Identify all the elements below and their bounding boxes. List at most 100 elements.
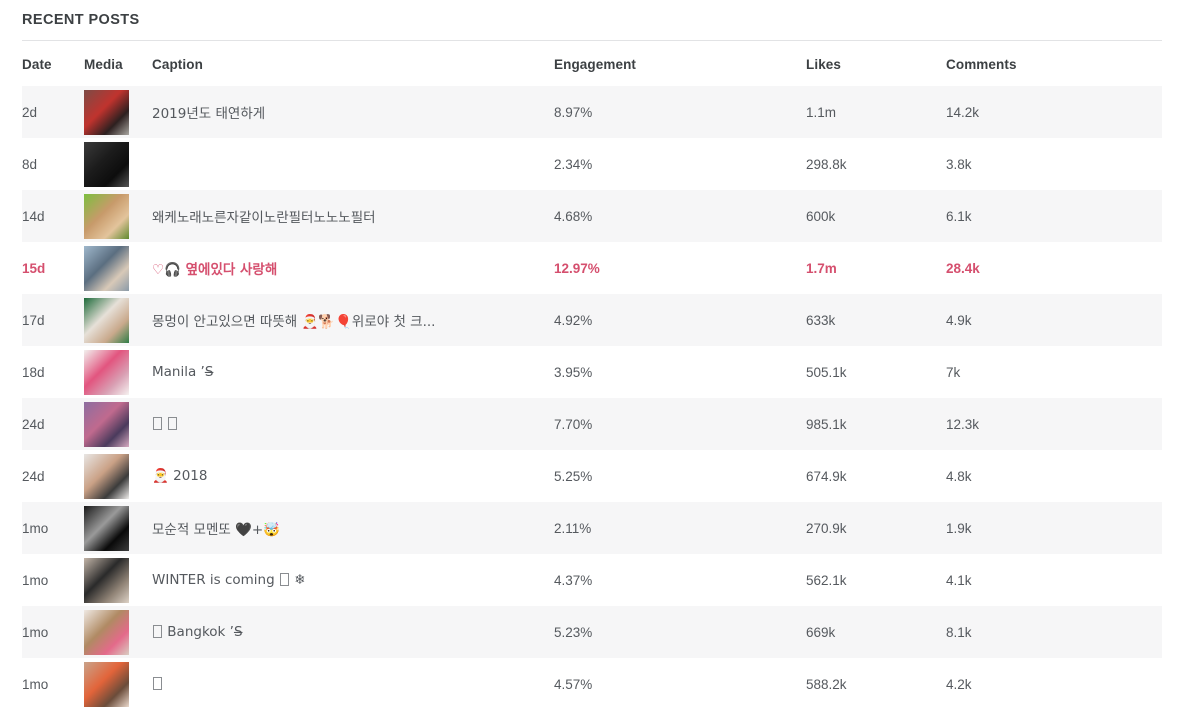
cell-caption: 몽멍이 안고있으면 따뜻해 🎅🐕🎈위로야 첫 크... [152, 314, 436, 330]
post-thumbnail-blonde-woman-green-background[interactable] [84, 193, 129, 239]
cell-likes: 270.9k [806, 520, 847, 536]
cell-media [84, 450, 152, 502]
post-thumbnail-woman-holding-white-dog[interactable] [84, 297, 129, 343]
cell-media [84, 502, 152, 554]
cell-comments: 28.4k [946, 260, 980, 276]
cell-engagement: 12.97% [554, 260, 600, 276]
table-row[interactable]: 18d Manila ’S̶ 3.95% 505.1k 7k [22, 346, 1162, 398]
cell-comments: 6.1k [946, 208, 972, 224]
cell-engagement: 4.92% [554, 312, 593, 328]
cell-date: 24d [22, 468, 45, 484]
cell-date: 14d [22, 208, 45, 224]
table-header: Date Media Caption Engagement Likes Comm… [22, 57, 1162, 86]
cell-likes: 674.9k [806, 468, 847, 484]
cell-likes: 600k [806, 208, 836, 224]
table-row[interactable]: 1mo 4.57% 588.2k 4.2k [22, 658, 1162, 710]
recent-posts-panel: RECENT POSTS Date Media Caption Engageme… [0, 0, 1184, 726]
cell-likes: 1.1m [806, 104, 837, 120]
table-row[interactable]: 2d 2019년도 태연하게 8.97% 1.1m 14.2k [22, 86, 1162, 138]
recent-posts-table: Date Media Caption Engagement Likes Comm… [22, 57, 1162, 710]
post-thumbnail-christmas-lights[interactable] [84, 401, 129, 447]
cell-likes: 298.8k [806, 156, 847, 172]
page-title: RECENT POSTS [22, 12, 140, 28]
cell-likes: 562.1k [806, 572, 847, 588]
table-row[interactable]: 1mo WINTER is coming ❄ 4.37% 562.1k 4.1k [22, 554, 1162, 606]
cell-media [84, 658, 152, 710]
post-thumbnail-woman-in-hallway[interactable] [84, 557, 129, 603]
cell-comments: 4.1k [946, 572, 972, 588]
table-header-row: Date Media Caption Engagement Likes Comm… [22, 57, 1162, 86]
cell-likes: 633k [806, 312, 836, 328]
table-row[interactable]: 17d 몽멍이 안고있으면 따뜻해 🎅🐕🎈위로야 첫 크... 4.92% 633k 4… [22, 294, 1162, 346]
cell-comments: 3.8k [946, 156, 972, 172]
column-header-engagement[interactable]: Engagement [554, 57, 806, 86]
column-header-caption[interactable]: Caption [152, 57, 554, 86]
cell-caption [152, 398, 554, 450]
cell-engagement: 2.11% [554, 520, 592, 536]
cell-date: 17d [22, 312, 45, 328]
post-thumbnail-pink-banner-photo[interactable] [84, 349, 129, 395]
cell-media [84, 398, 152, 450]
cell-comments: 12.3k [946, 416, 980, 432]
table-row[interactable]: 14d 왜케노래노른자같이노란필터노노노필터 4.68% 600k 6.1k [22, 190, 1162, 242]
cell-media [84, 190, 152, 242]
cell-comments: 1.9k [946, 520, 972, 536]
cell-date: 15d [22, 260, 46, 276]
cell-likes: 985.1k [806, 416, 847, 432]
missing-glyph-box [153, 625, 162, 638]
cell-comments: 14.2k [946, 104, 980, 120]
cell-comments: 4.8k [946, 468, 972, 484]
cell-engagement: 5.23% [554, 624, 593, 640]
post-thumbnail-dark-portrait[interactable] [84, 141, 129, 187]
cell-likes: 588.2k [806, 676, 847, 692]
cell-caption: 2019년도 태연하게 [152, 106, 266, 122]
cell-caption: Manila ’S̶ [152, 364, 214, 380]
cell-likes: 669k [806, 624, 836, 640]
table-row[interactable]: 1mo Bangkok ’S̶ 5.23% 669k 8.1k [22, 606, 1162, 658]
cell-media [84, 606, 152, 658]
post-thumbnail-man-by-the-sea[interactable] [84, 245, 129, 291]
post-thumbnail-black-and-white-room[interactable] [84, 505, 129, 551]
missing-glyph-box [153, 417, 162, 430]
cell-date: 2d [22, 104, 38, 120]
column-header-comments[interactable]: Comments [946, 57, 1162, 86]
cell-date: 8d [22, 156, 38, 172]
cell-date: 1mo [22, 676, 49, 692]
table-row[interactable]: 24d 7.70% 985.1k 12.3k [22, 398, 1162, 450]
cell-engagement: 2.34% [554, 156, 593, 172]
post-thumbnail-woman-with-bun-hairstyle[interactable] [84, 453, 129, 499]
cell-caption [152, 138, 554, 190]
cell-media [84, 242, 152, 294]
table-row[interactable]: 1mo 모순적 모멘또 🖤+🤯 2.11% 270.9k 1.9k [22, 502, 1162, 554]
cell-caption [152, 658, 554, 710]
column-header-likes[interactable]: Likes [806, 57, 946, 86]
cell-media [84, 294, 152, 346]
post-thumbnail-woman-holding-sign[interactable] [84, 609, 129, 655]
post-thumbnail-woman-in-orange-outfit[interactable] [84, 661, 129, 707]
posts-table-container: Date Media Caption Engagement Likes Comm… [0, 57, 1184, 710]
missing-glyph-box [153, 677, 162, 690]
cell-caption: 왜케노래노른자같이노란필터노노노필터 [152, 210, 376, 226]
cell-media [84, 86, 152, 138]
table-row[interactable]: 8d 2.34% 298.8k 3.8k [22, 138, 1162, 190]
cell-engagement: 4.37% [554, 572, 593, 588]
cell-engagement: 3.95% [554, 364, 593, 380]
title-divider [22, 40, 1162, 41]
table-row[interactable]: 15d ♡🎧 옆에있다 사랑해 12.97% 1.7m 28.4k [22, 242, 1162, 294]
cell-likes: 1.7m [806, 260, 837, 276]
cell-caption: WINTER is coming ❄ [152, 572, 306, 588]
column-header-media[interactable]: Media [84, 57, 152, 86]
cell-likes: 505.1k [806, 364, 847, 380]
post-thumbnail-woman-in-red-car[interactable] [84, 89, 129, 135]
cell-media [84, 554, 152, 606]
cell-caption: 모순적 모멘또 🖤+🤯 [152, 522, 281, 538]
cell-engagement: 8.97% [554, 104, 593, 120]
section-header: RECENT POSTS [0, 0, 1184, 41]
cell-caption: 🎅 2018 [152, 468, 208, 484]
cell-media [84, 138, 152, 190]
table-row[interactable]: 24d 🎅 2018 5.25% 674.9k 4.8k [22, 450, 1162, 502]
cell-date: 1mo [22, 572, 49, 588]
column-header-date[interactable]: Date [22, 57, 84, 86]
cell-media [84, 346, 152, 398]
cell-date: 1mo [22, 520, 49, 536]
